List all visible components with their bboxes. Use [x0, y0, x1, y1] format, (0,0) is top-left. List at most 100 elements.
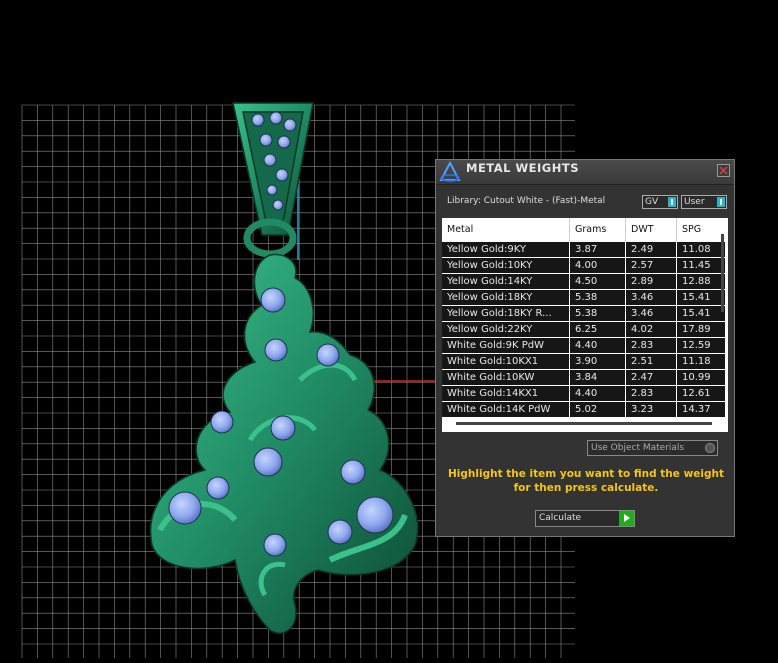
cell-metal: White Gold:14KX1: [442, 386, 569, 401]
cell-grams: 5.02: [570, 402, 625, 417]
table-row[interactable]: Yellow Gold:14KY 4.50 2.89 12.88: [442, 274, 725, 290]
cell-grams: 3.87: [570, 242, 625, 257]
cell-grams: 5.38: [570, 306, 625, 321]
radio-icon: [705, 443, 715, 453]
cell-metal: White Gold:9K PdW: [442, 338, 569, 353]
cell-spg: 11.45: [677, 258, 725, 273]
cell-dwt: 2.89: [626, 274, 676, 289]
cell-dwt: 2.49: [626, 242, 676, 257]
calculate-label: Calculate: [539, 513, 582, 523]
table-row[interactable]: Yellow Gold:9KY 3.87 2.49 11.08: [442, 242, 725, 258]
cell-grams: 4.40: [570, 386, 625, 401]
gv-toggle-label: GV: [645, 197, 659, 207]
metal-weights-table[interactable]: Metal Grams DWT SPG Yellow Gold:9KY 3.87 2…: [442, 218, 728, 432]
gemstone: [168, 491, 202, 525]
cell-dwt: 2.51: [626, 354, 676, 369]
cell-spg: 10.99: [677, 370, 725, 385]
cell-metal: Yellow Gold:22KY: [442, 322, 569, 337]
cell-spg: 15.41: [677, 306, 725, 321]
cell-dwt: 2.83: [626, 386, 676, 401]
cell-spg: 11.08: [677, 242, 725, 257]
user-toggle-label: User: [684, 197, 705, 207]
close-icon: [719, 166, 728, 175]
cell-metal: Yellow Gold:10KY: [442, 258, 569, 273]
app-logo-icon: [439, 161, 461, 182]
toggle-switch-icon: [717, 197, 725, 207]
table-row[interactable]: White Gold:14KX1 4.40 2.83 12.61: [442, 386, 725, 402]
cell-grams: 6.25: [570, 322, 625, 337]
cell-grams: 4.50: [570, 274, 625, 289]
table-row[interactable]: Yellow Gold:10KY 4.00 2.57 11.45: [442, 258, 725, 274]
cell-dwt: 4.02: [626, 322, 676, 337]
cell-dwt: 2.83: [626, 338, 676, 353]
cell-dwt: 2.47: [626, 370, 676, 385]
column-header-metal[interactable]: Metal: [442, 218, 570, 241]
cell-metal: White Gold:14K PdW: [442, 402, 569, 417]
cell-grams: 3.90: [570, 354, 625, 369]
cell-spg: 14.37: [677, 402, 725, 417]
table-row[interactable]: White Gold:10KX1 3.90 2.51 11.18: [442, 354, 725, 370]
table-row[interactable]: White Gold:14K PdW 5.02 3.23 14.37: [442, 402, 725, 418]
cell-dwt: 3.23: [626, 402, 676, 417]
gemstone: [327, 519, 353, 545]
gemstone: [275, 168, 289, 182]
cell-spg: 11.18: [677, 354, 725, 369]
instruction-text: Highlight the item you want to find the …: [448, 468, 724, 494]
gemstone: [266, 184, 278, 196]
table-row[interactable]: White Gold:9K PdW 4.40 2.83 12.59: [442, 338, 725, 354]
gemstone: [316, 343, 340, 367]
table-row[interactable]: Yellow Gold:18KY R... 5.38 3.46 15.41: [442, 306, 725, 322]
gemstone: [272, 199, 284, 211]
gemstone: [356, 496, 394, 534]
cell-metal: Yellow Gold:14KY: [442, 274, 569, 289]
panel-header[interactable]: METAL WEIGHTS: [436, 160, 734, 185]
close-button[interactable]: [717, 164, 730, 177]
cell-dwt: 3.46: [626, 290, 676, 305]
cell-dwt: 2.57: [626, 258, 676, 273]
toggle-switch-icon: [668, 197, 676, 207]
cell-grams: 5.38: [570, 290, 625, 305]
cell-spg: 15.41: [677, 290, 725, 305]
gemstone: [263, 533, 287, 557]
column-header-dwt[interactable]: DWT: [626, 218, 677, 241]
play-icon: [619, 511, 634, 526]
cell-grams: 3.84: [570, 370, 625, 385]
gv-toggle[interactable]: GV: [642, 195, 678, 209]
gemstone: [283, 118, 297, 132]
column-header-grams[interactable]: Grams: [570, 218, 626, 241]
panel-title: METAL WEIGHTS: [466, 161, 579, 175]
cell-metal: Yellow Gold:18KY: [442, 290, 569, 305]
table-row[interactable]: Yellow Gold:18KY 5.38 3.46 15.41: [442, 290, 725, 306]
horizontal-scrollbar[interactable]: [456, 422, 712, 425]
gemstone: [263, 153, 277, 167]
gemstone: [210, 410, 234, 434]
metal-weights-panel: METAL WEIGHTS Library: Cutout White - (F…: [435, 159, 735, 537]
table-row[interactable]: White Gold:10KW 3.84 2.47 10.99: [442, 370, 725, 386]
gemstone: [206, 476, 230, 500]
cell-metal: White Gold:10KX1: [442, 354, 569, 369]
table-row[interactable]: Yellow Gold:22KY 6.25 4.02 17.89: [442, 322, 725, 338]
cell-spg: 12.88: [677, 274, 725, 289]
gemstone: [251, 113, 265, 127]
cell-spg: 12.59: [677, 338, 725, 353]
cell-metal: White Gold:10KW: [442, 370, 569, 385]
use-object-materials-toggle[interactable]: Use Object Materials: [587, 440, 718, 456]
vertical-scrollbar[interactable]: [721, 234, 724, 312]
gemstone: [253, 447, 283, 477]
gemstone: [259, 133, 273, 147]
cell-grams: 4.40: [570, 338, 625, 353]
use-object-materials-label: Use Object Materials: [591, 443, 685, 453]
gemstone: [260, 287, 286, 313]
cell-spg: 12.61: [677, 386, 725, 401]
gemstone: [277, 135, 291, 149]
user-toggle[interactable]: User: [681, 195, 727, 209]
tree-pendant-model[interactable]: [150, 102, 419, 634]
gemstone: [270, 415, 296, 441]
calculate-button[interactable]: Calculate: [535, 510, 635, 527]
library-label: Library: Cutout White - (Fast)-Metal: [447, 196, 606, 206]
gemstone: [264, 338, 288, 362]
cell-dwt: 3.46: [626, 306, 676, 321]
cell-metal: Yellow Gold:9KY: [442, 242, 569, 257]
gemstone: [269, 111, 283, 125]
cell-metal: Yellow Gold:18KY R...: [442, 306, 569, 321]
